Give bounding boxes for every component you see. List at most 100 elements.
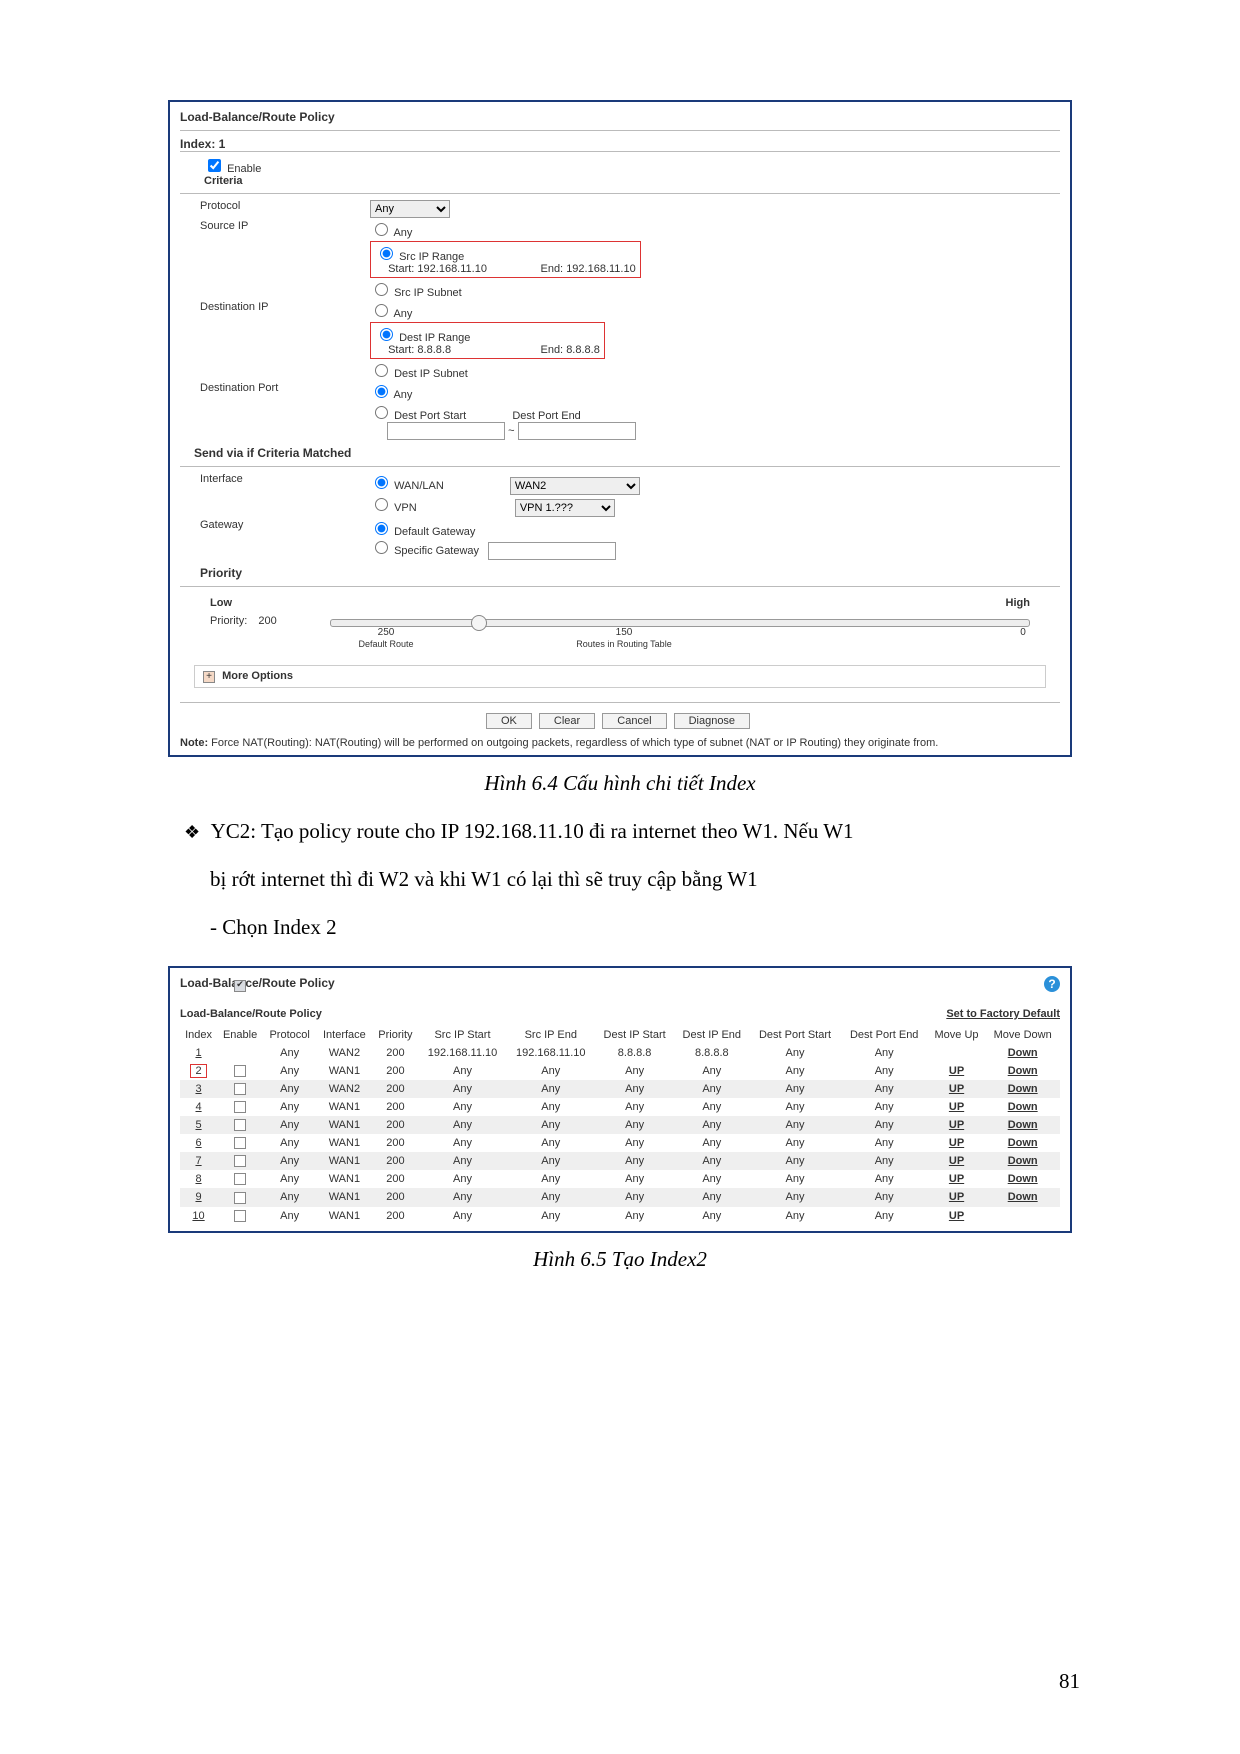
wanlan-radio[interactable] [375,476,388,489]
cell-dport-start: Any [749,1170,840,1188]
help-icon[interactable]: ? [1044,976,1060,992]
cell-dport-start: Any [749,1098,840,1116]
move-up-link[interactable]: UP [949,1101,964,1113]
cell-dst-start: Any [595,1152,674,1170]
vpn-radio[interactable] [375,498,388,511]
cell-dst-start: Any [595,1062,674,1080]
cell-priority: 200 [372,1098,418,1116]
cell-protocol: Any [263,1134,316,1152]
enable-checkbox[interactable] [234,1065,246,1077]
cell-dport-end: Any [841,1207,928,1225]
col-dst-start: Dest IP Start [595,1026,674,1044]
diagnose-button[interactable]: Diagnose [674,713,750,729]
cancel-button[interactable]: Cancel [602,713,666,729]
index-label: Index: 1 [180,137,1060,151]
dst-any-radio[interactable] [375,304,388,317]
move-down-link[interactable]: Down [1008,1137,1038,1149]
index-link[interactable]: 4 [195,1101,201,1113]
enable-checkbox[interactable] [234,1137,246,1149]
move-up-link[interactable]: UP [949,1173,964,1185]
move-up-link[interactable]: UP [949,1065,964,1077]
priority-slider[interactable] [330,619,1030,627]
move-up-link[interactable]: UP [949,1137,964,1149]
cell-interface: WAN1 [316,1098,372,1116]
bullet-diamond-icon: ❖ [184,822,200,842]
cell-interface: WAN2 [316,1080,372,1098]
table-row: 2AnyWAN1200AnyAnyAnyAnyAnyAnyUPDown [180,1062,1060,1080]
dport-end-input[interactable] [518,422,636,440]
move-down-link[interactable]: Down [1008,1047,1038,1059]
slider-thumb[interactable] [471,615,487,631]
enable-checkbox[interactable] [234,1173,246,1185]
cell-interface: WAN1 [316,1170,372,1188]
move-down-link[interactable]: Down [1008,1065,1038,1077]
table-row: 6AnyWAN1200AnyAnyAnyAnyAnyAnyUPDown [180,1134,1060,1152]
move-down-link[interactable]: Down [1008,1155,1038,1167]
cell-dst-end: Any [674,1134,749,1152]
move-down-link[interactable]: Down [1008,1083,1038,1095]
dst-start-value: 8.8.8.8 [417,344,537,356]
protocol-select[interactable]: Any [370,200,450,218]
dport-start-input[interactable] [387,422,505,440]
enable-checkbox[interactable] [234,1210,246,1222]
cell-dport-start: Any [749,1062,840,1080]
cell-interface: WAN1 [316,1207,372,1225]
move-down-link[interactable]: Down [1008,1173,1038,1185]
cell-priority: 200 [372,1207,418,1225]
src-range-radio[interactable] [380,247,393,260]
index-link[interactable]: 3 [195,1083,201,1095]
enable-checkbox[interactable] [234,980,246,992]
enable-checkbox[interactable] [234,1083,246,1095]
move-up-link[interactable]: UP [949,1083,964,1095]
source-ip-label: Source IP [180,220,370,232]
index-link[interactable]: 10 [192,1210,204,1222]
dst-end-label: End: [540,344,563,356]
cell-src-end: Any [507,1134,595,1152]
ok-button[interactable]: OK [486,713,532,729]
src-subnet-radio[interactable] [375,283,388,296]
move-up-link[interactable]: UP [949,1155,964,1167]
move-down-link[interactable]: Down [1008,1101,1038,1113]
move-down-link[interactable]: Down [1008,1191,1038,1203]
vpn-select[interactable]: VPN 1.??? [515,499,615,517]
clear-button[interactable]: Clear [539,713,595,729]
move-down-link[interactable]: Down [1008,1119,1038,1131]
gw-specific-input[interactable] [488,542,616,560]
dst-subnet-radio[interactable] [375,364,388,377]
move-up-link[interactable]: UP [949,1119,964,1131]
cell-dst-start: Any [595,1134,674,1152]
index-link[interactable]: 7 [195,1155,201,1167]
index-link[interactable]: 1 [195,1047,201,1059]
index-link[interactable]: 8 [195,1173,201,1185]
cell-protocol: Any [263,1116,316,1134]
expand-icon[interactable]: + [203,671,215,683]
index-link[interactable]: 9 [195,1191,201,1203]
src-any-radio[interactable] [375,223,388,236]
index-link[interactable]: 6 [195,1137,201,1149]
enable-checkbox[interactable] [234,1155,246,1167]
wan-select[interactable]: WAN2 [510,477,640,495]
move-up-link[interactable]: UP [949,1210,964,1222]
move-up-link[interactable]: UP [949,1191,964,1203]
cell-dst-end: Any [674,1207,749,1225]
index-link[interactable]: 2 [190,1064,206,1078]
more-options-label[interactable]: More Options [222,670,293,682]
gw-specific-text: Specific Gateway [394,545,479,557]
enable-checkbox[interactable] [208,159,221,172]
enable-checkbox[interactable] [234,1101,246,1113]
dport-start-text: Dest Port Start [394,410,466,422]
dst-end-value: 8.8.8.8 [566,344,600,356]
cell-dst-end: Any [674,1080,749,1098]
cell-dport-end: Any [841,1152,928,1170]
cell-priority: 200 [372,1062,418,1080]
dport-range-radio[interactable] [375,406,388,419]
dport-any-radio[interactable] [375,385,388,398]
gw-specific-radio[interactable] [375,541,388,554]
gw-default-radio[interactable] [375,522,388,535]
enable-label: Enable [227,163,261,175]
dst-range-radio[interactable] [380,328,393,341]
index-link[interactable]: 5 [195,1119,201,1131]
enable-checkbox[interactable] [234,1192,246,1204]
enable-checkbox[interactable] [234,1119,246,1131]
set-factory-default-link[interactable]: Set to Factory Default [946,1008,1060,1020]
